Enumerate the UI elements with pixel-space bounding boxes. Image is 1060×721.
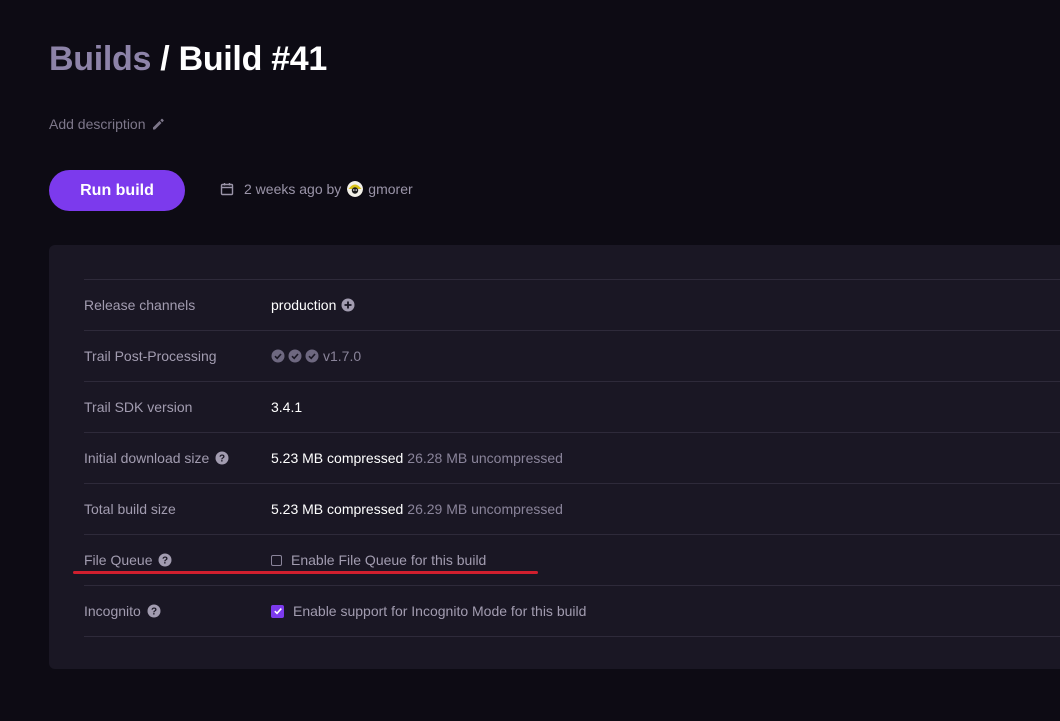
help-icon[interactable]: ?: [158, 553, 172, 567]
row-incognito: Incognito ? Enable support for Incognito…: [84, 585, 1060, 637]
incognito-label-wrap: Incognito ?: [84, 586, 161, 636]
build-title: Build #41: [178, 40, 328, 78]
release-channels-label: Release channels: [84, 297, 196, 313]
breadcrumb-builds-link[interactable]: Builds: [49, 40, 151, 78]
total-build-compressed: 5.23 MB compressed: [271, 501, 404, 517]
file-queue-label-wrap: File Queue ?: [84, 535, 172, 585]
user-name-link[interactable]: gmorer: [368, 181, 412, 197]
incognito-option-label[interactable]: Enable support for Incognito Mode for th…: [293, 603, 586, 619]
initial-download-label: Initial download size: [84, 450, 210, 466]
svg-text:?: ?: [219, 454, 225, 465]
check-circle-icon: [271, 349, 285, 363]
incognito-label: Incognito: [84, 603, 141, 619]
check-circle-icon: [305, 349, 319, 363]
sdk-version-value: 3.4.1: [271, 399, 303, 415]
total-build-uncompressed: 26.29 MB uncompressed: [407, 501, 563, 517]
build-meta: 2 weeks ago by gmorer: [220, 181, 413, 197]
incognito-option: Enable support for Incognito Mode for th…: [271, 586, 586, 636]
add-description-button[interactable]: Add description: [49, 116, 165, 132]
file-queue-checkbox[interactable]: [271, 554, 282, 566]
release-channels-value: production: [271, 280, 355, 330]
check-circle-icon: [288, 349, 302, 363]
build-time: 2 weeks ago by: [244, 181, 342, 197]
file-queue-label: File Queue: [84, 552, 153, 568]
post-processing-version: v1.7.0: [323, 348, 362, 364]
svg-text:?: ?: [151, 607, 157, 618]
build-page: Builds / Build #41 Add description Run b…: [0, 0, 1060, 721]
help-icon[interactable]: ?: [215, 451, 229, 465]
total-build-value: 5.23 MB compressed 26.29 MB uncompressed: [271, 484, 563, 534]
add-channel-plus-icon[interactable]: [341, 298, 355, 312]
initial-download-value: 5.23 MB compressed 26.28 MB uncompressed: [271, 433, 563, 483]
details-list: Release channels production Trail Post-P…: [84, 279, 1060, 637]
post-processing-value: v1.7.0: [271, 331, 361, 381]
row-file-queue: File Queue ? Enable File Queue for this …: [84, 534, 1060, 585]
red-annotation-underline: [73, 571, 538, 574]
initial-download-uncompressed: 26.28 MB uncompressed: [407, 450, 563, 466]
post-processing-label: Trail Post-Processing: [84, 348, 217, 364]
pencil-icon: [152, 118, 164, 130]
row-release-channels: Release channels production: [84, 279, 1060, 330]
sdk-version-value-wrap: 3.4.1: [271, 382, 302, 432]
file-queue-option-label[interactable]: Enable File Queue for this build: [291, 552, 486, 568]
row-sdk-version: Trail SDK version 3.4.1: [84, 381, 1060, 432]
row-post-processing: Trail Post-Processing v1.7.0: [84, 330, 1060, 381]
initial-download-compressed: 5.23 MB compressed: [271, 450, 404, 466]
breadcrumb-separator: /: [160, 40, 170, 78]
sdk-version-label: Trail SDK version: [84, 399, 193, 415]
total-build-label: Total build size: [84, 501, 176, 517]
file-queue-option: Enable File Queue for this build: [271, 535, 486, 585]
release-channel-tag: production: [271, 297, 337, 313]
user-avatar: [347, 181, 364, 197]
row-total-build-size: Total build size 5.23 MB compressed 26.2…: [84, 483, 1060, 534]
help-icon[interactable]: ?: [147, 604, 161, 618]
build-details-panel: Release channels production Trail Post-P…: [49, 245, 1060, 669]
add-description-label: Add description: [49, 116, 146, 132]
page-title: Builds / Build #41: [49, 40, 327, 79]
incognito-checkbox[interactable]: [271, 604, 284, 618]
checkmark-icon: [273, 608, 282, 615]
row-initial-download-size: Initial download size ? 5.23 MB compress…: [84, 432, 1060, 483]
calendar-icon: [220, 183, 234, 196]
initial-download-label-wrap: Initial download size ?: [84, 433, 229, 483]
run-build-button[interactable]: Run build: [49, 170, 185, 211]
svg-text:?: ?: [162, 556, 168, 567]
